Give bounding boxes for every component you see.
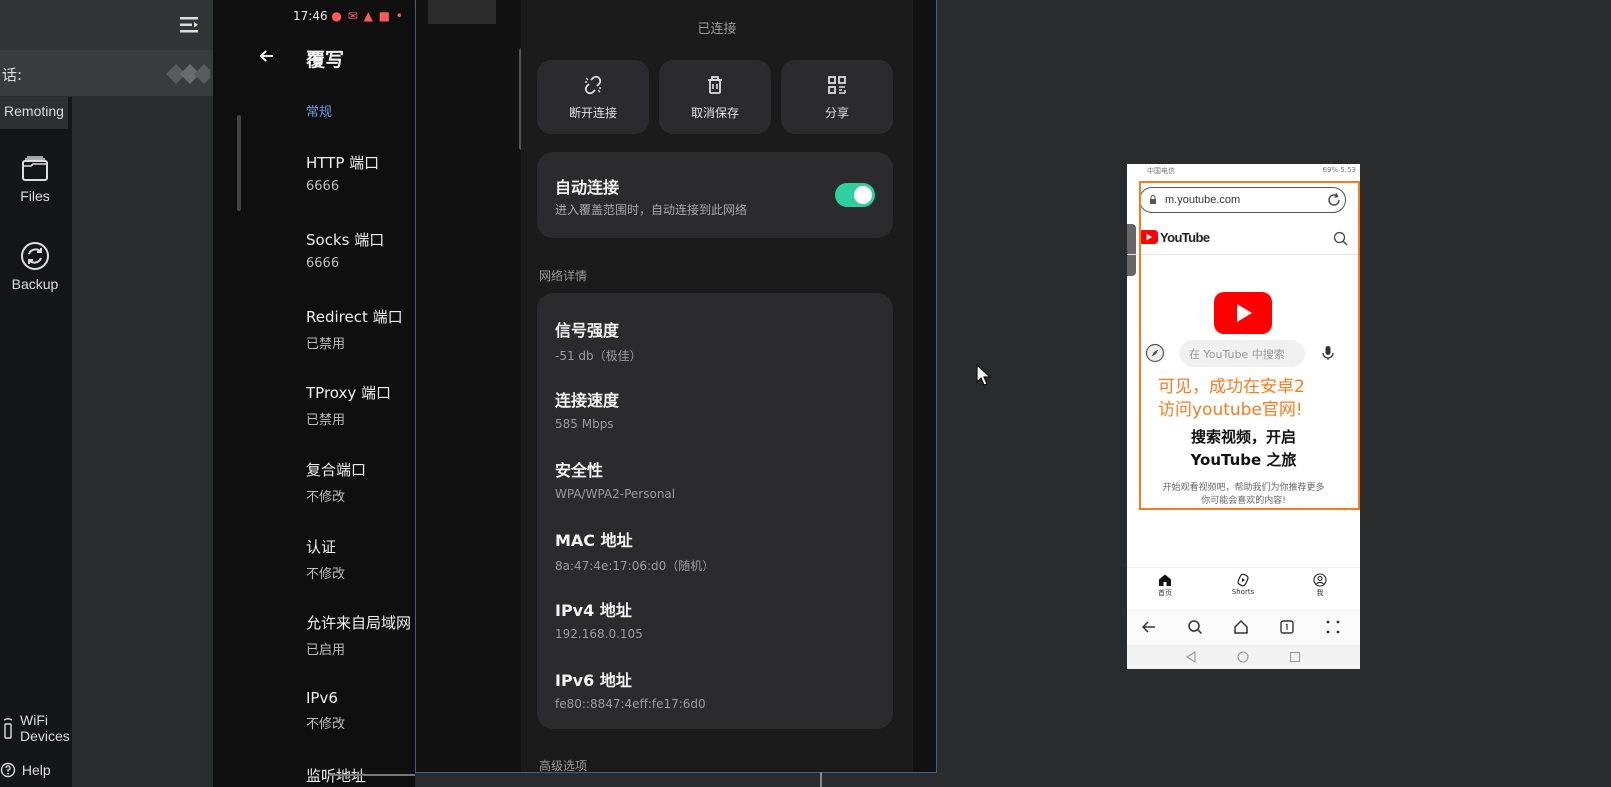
- divider: [820, 772, 822, 787]
- nav-remoting[interactable]: Remoting: [0, 97, 68, 129]
- back-arrow-icon[interactable]: [1141, 619, 1157, 635]
- tabs-icon[interactable]: [1279, 619, 1295, 635]
- chat-label: 话:: [2, 66, 23, 84]
- nav-backup[interactable]: Backup: [0, 240, 70, 292]
- mouse-cursor-icon: [976, 364, 992, 386]
- detail-mac-address: MAC 地址 8a:47:4e:17:06:d0（随机）: [555, 531, 715, 573]
- auto-connect-toggle[interactable]: [835, 183, 875, 207]
- share-button[interactable]: 分享: [781, 60, 893, 134]
- wifi-device-icon: [3, 718, 13, 739]
- back-arrow-icon[interactable]: [257, 46, 277, 66]
- page-title: 覆写: [306, 49, 345, 71]
- diamond-logo-icon: [166, 64, 210, 84]
- detail-ipv6-address: IPv6 地址 fe80::8847:4eff:fe17:6d0: [555, 671, 706, 711]
- highlight-box: [1139, 181, 1360, 510]
- option-socks-port[interactable]: Socks 端口 6666: [306, 229, 384, 271]
- nav-back-icon[interactable]: [1185, 651, 1197, 663]
- auto-connect-title: 自动连接: [555, 178, 620, 197]
- help-icon: [0, 762, 16, 778]
- auto-connect-card[interactable]: 自动连接 进入覆盖范围时，自动连接到此网络: [537, 152, 893, 238]
- sync-icon: [21, 242, 49, 270]
- auto-connect-description: 进入覆盖范围时，自动连接到此网络: [555, 203, 748, 217]
- qr-code-icon: [828, 76, 846, 94]
- nav-files[interactable]: Files: [0, 154, 70, 204]
- option-tproxy-port[interactable]: TProxy 端口 已禁用: [306, 382, 391, 428]
- nav-me[interactable]: 我: [1295, 573, 1345, 598]
- nav-shorts[interactable]: Shorts: [1218, 573, 1268, 596]
- gesture-bar: [328, 774, 415, 776]
- detail-signal-strength: 信号强度 -51 db（极佳）: [555, 321, 642, 363]
- option-auth[interactable]: 认证 不修改: [306, 536, 345, 582]
- search-icon[interactable]: [1187, 619, 1203, 635]
- chat-bar[interactable]: 话:: [0, 50, 213, 97]
- nav-home-icon[interactable]: [1237, 651, 1249, 663]
- disconnect-button[interactable]: 断开连接: [537, 60, 649, 134]
- detail-security: 安全性 WPA/WPA2-Personal: [555, 461, 676, 501]
- broken-link-icon: [584, 75, 602, 95]
- connection-status: 已连接: [697, 22, 737, 37]
- option-mixed-port[interactable]: 复合端口 不修改: [306, 459, 366, 505]
- wifi-details-window: 已连接 断开连接 取消保存 分享 自动连接 进入覆盖范围时，自动连接到此网络 网…: [415, 0, 937, 773]
- option-redirect-port[interactable]: Redirect 端口 已禁用: [306, 306, 403, 352]
- system-navigation-bar: [1127, 645, 1360, 669]
- override-settings-screen: 17:46 ● ✉ ▲ ■ • 覆写 常规 HTTP 端口 6666 Socks…: [213, 0, 415, 787]
- detail-link-speed: 连接速度 585 Mbps: [555, 391, 620, 431]
- menu-collapse-icon[interactable]: [178, 14, 200, 36]
- nav-home[interactable]: 首页: [1140, 573, 1190, 598]
- wifi-window-left-strip: [416, 0, 521, 772]
- detail-ipv4-address: IPv4 地址 192.168.0.105: [555, 601, 643, 641]
- browser-toolbar: [1127, 609, 1360, 645]
- section-header-general: 常规: [306, 105, 333, 120]
- notification-icons: ● ✉ ▲ ■ •: [331, 9, 404, 23]
- youtube-bottom-nav: 首页 Shorts 我: [1127, 567, 1360, 609]
- shorts-icon: [1237, 573, 1249, 587]
- section-header-advanced: 高级选项: [539, 759, 588, 773]
- trash-icon: [708, 76, 722, 94]
- status-bar: 17:46 ● ✉ ▲ ■ •: [293, 9, 404, 23]
- toggle-knob: [854, 186, 872, 204]
- scrollbar[interactable]: [237, 115, 241, 211]
- strip-thumbnail: [428, 0, 496, 24]
- home-icon: [1159, 574, 1171, 586]
- option-ipv6[interactable]: IPv6 不修改: [306, 689, 345, 732]
- option-allow-lan[interactable]: 允许来自局域网 已启用: [306, 612, 411, 658]
- left-app-topbar: [0, 0, 213, 50]
- section-header-network-details: 网络详情: [539, 269, 588, 283]
- wifi-details-screen: 已连接 断开连接 取消保存 分享 自动连接 进入覆盖范围时，自动连接到此网络 网…: [521, 0, 913, 773]
- folder-icon: [22, 156, 48, 181]
- more-icon[interactable]: [1325, 619, 1341, 635]
- status-bar: 中国电信 69% 5:53: [1147, 166, 1356, 175]
- home-icon[interactable]: [1233, 619, 1249, 635]
- android2-phone-screen: 中国电信 69% 5:53 m.youtube.com YouTube 在 Yo…: [1127, 164, 1360, 669]
- forget-network-button[interactable]: 取消保存: [659, 60, 771, 134]
- nav-help[interactable]: Help: [0, 762, 51, 778]
- account-icon: [1313, 573, 1327, 587]
- wifi-window-right-strip: [913, 0, 936, 772]
- nav-recents-icon[interactable]: [1289, 651, 1301, 663]
- network-details-card: 信号强度 -51 db（极佳） 连接速度 585 Mbps 安全性 WPA/WP…: [537, 293, 893, 729]
- option-http-port[interactable]: HTTP 端口 6666: [306, 152, 379, 194]
